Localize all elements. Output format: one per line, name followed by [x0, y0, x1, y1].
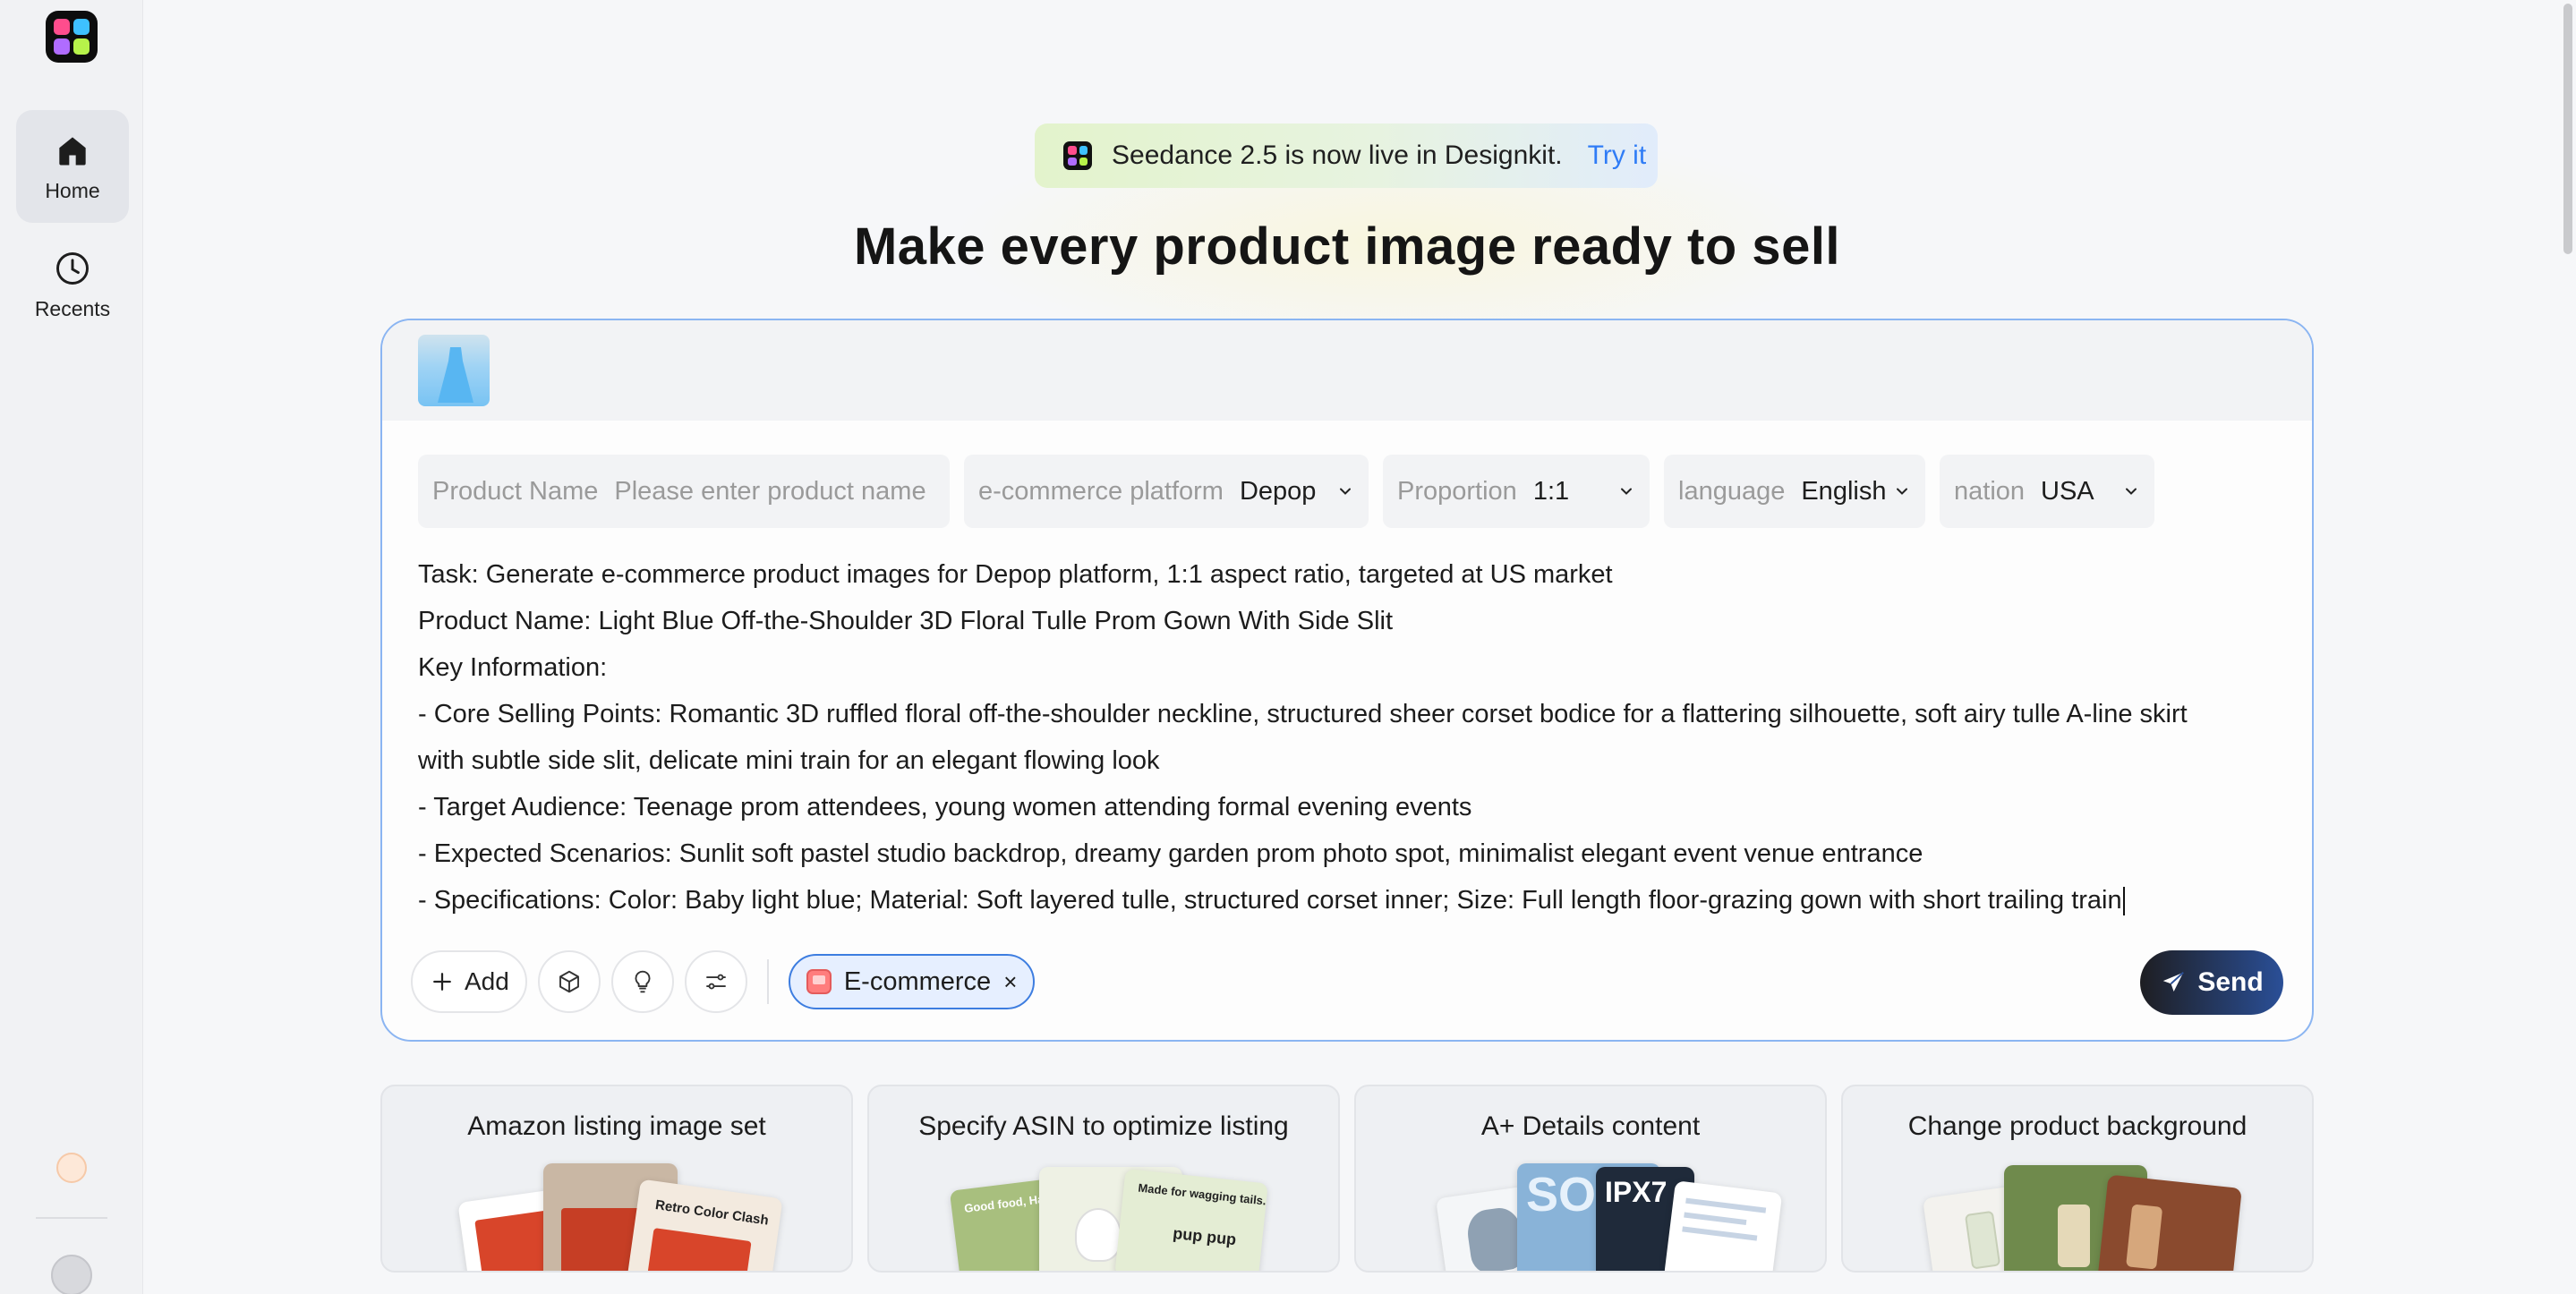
platform-select[interactable]: e-commerce platform Depop: [964, 455, 1369, 528]
app-logo[interactable]: [46, 11, 98, 63]
nation-label: nation: [1954, 476, 2026, 506]
sidebar: Home Recents: [0, 0, 143, 1294]
preview-tile-text: IPX7: [1605, 1176, 1668, 1208]
card-a-plus-content[interactable]: A+ Details content SO IPX7: [1354, 1085, 1827, 1273]
platform-value: Depop: [1239, 476, 1317, 506]
3d-model-button[interactable]: [537, 950, 601, 1013]
language-select[interactable]: language English: [1664, 455, 1925, 528]
main-content: Seedance 2.5 is now live in Designkit. T…: [143, 0, 2560, 1294]
chip-label: E-commerce: [843, 966, 992, 996]
prompt-line: - Expected Scenarios: Sunlit soft pastel…: [418, 839, 1923, 868]
card-change-background[interactable]: Change product background: [1841, 1085, 2314, 1273]
send-button[interactable]: Send: [2140, 950, 2283, 1015]
chevron-down-icon: [1621, 488, 1632, 495]
page-title: Make every product image ready to sell: [853, 217, 1841, 276]
sidebar-item-label: Home: [45, 178, 100, 202]
product-image-thumbnail[interactable]: [418, 335, 490, 406]
card-preview-art: Retro Color Clash: [382, 1163, 851, 1271]
prompt-line: Task: Generate e-commerce product images…: [418, 560, 1613, 589]
cube-icon: [559, 970, 579, 993]
sidebar-item-recents[interactable]: Recents: [16, 228, 129, 341]
lightbulb-icon: [635, 970, 651, 993]
clock-icon: [56, 251, 89, 285]
preview-tile: [1663, 1180, 1783, 1271]
preview-tile-text: pup pup: [1172, 1223, 1238, 1249]
proportion-label: Proportion: [1397, 476, 1517, 506]
card-title: A+ Details content: [1480, 1111, 1701, 1141]
card-preview-art: Good food, Happy pup Made for wagging ta…: [869, 1163, 1338, 1271]
attachment-area: [382, 320, 2312, 421]
proportion-value: 1:1: [1532, 476, 1570, 506]
card-preview-art: [1843, 1163, 2312, 1271]
preview-tile: [2097, 1174, 2242, 1271]
nation-select[interactable]: nation USA: [1940, 455, 2154, 528]
ecommerce-chip[interactable]: E-commerce ×: [788, 954, 1036, 1009]
chevron-down-icon: [2126, 488, 2137, 495]
language-value: English: [1801, 476, 1887, 506]
sidebar-divider: [36, 1217, 107, 1219]
prompt-textarea[interactable]: Task: Generate e-commerce product images…: [418, 551, 2271, 924]
card-title: Change product background: [1907, 1111, 2248, 1141]
composer-toolbar: Add E-commerce ×: [411, 950, 1036, 1013]
platform-label: e-commerce platform: [978, 476, 1224, 506]
add-button[interactable]: Add: [411, 950, 527, 1013]
prompt-line: Key Information:: [418, 653, 608, 682]
prompt-composer: Product Name Please enter product name e…: [380, 319, 2314, 1042]
credits-icon[interactable]: [56, 1153, 87, 1183]
card-title: Amazon listing image set: [467, 1111, 766, 1141]
scrollbar-thumb[interactable]: [2563, 4, 2572, 254]
product-name-field[interactable]: Product Name Please enter product name: [418, 455, 950, 528]
preview-tile: Made for wagging tails. pup pup: [1114, 1168, 1268, 1271]
language-label: language: [1678, 476, 1786, 506]
sidebar-item-home[interactable]: Home: [16, 110, 129, 223]
product-name-input[interactable]: Please enter product name: [614, 477, 925, 507]
prompt-line: - Target Audience: Teenage prom attendee…: [418, 793, 1472, 822]
try-it-link[interactable]: Try it: [1588, 140, 1647, 171]
card-amazon-listing[interactable]: Amazon listing image set Retro Color Cla…: [380, 1085, 853, 1273]
card-preview-art: SO IPX7: [1356, 1163, 1825, 1271]
chevron-down-icon: [1340, 488, 1351, 495]
nation-value: USA: [2041, 476, 2094, 506]
prompt-line: with subtle side slit, delicate mini tra…: [418, 746, 1160, 775]
product-name-label: Product Name: [432, 476, 599, 506]
send-button-label: Send: [2197, 967, 2264, 997]
card-title: Specify ASIN to optimize listing: [918, 1111, 1289, 1141]
feature-cards: Amazon listing image set Retro Color Cla…: [380, 1085, 2314, 1273]
proportion-select[interactable]: Proportion 1:1: [1383, 455, 1650, 528]
option-fields: Product Name Please enter product name e…: [418, 455, 2154, 528]
page-scrollbar[interactable]: [2560, 0, 2576, 1294]
designkit-logo-icon: [1063, 141, 1092, 170]
user-avatar[interactable]: [51, 1255, 92, 1294]
text-caret: [2122, 887, 2125, 916]
prompt-line: - Core Selling Points: Romantic 3D ruffl…: [418, 700, 2188, 728]
sidebar-item-label: Recents: [34, 296, 111, 320]
preview-tile-text: Made for wagging tails.: [1137, 1180, 1267, 1208]
send-icon: [2163, 972, 2185, 992]
settings-button[interactable]: [684, 950, 747, 1013]
toolbar-divider: [766, 959, 769, 1004]
add-button-label: Add: [465, 967, 509, 995]
plus-icon: [433, 973, 451, 991]
preview-tile-text: SO: [1526, 1168, 1597, 1222]
chip-close-icon[interactable]: ×: [1003, 968, 1017, 996]
prompt-line: - Specifications: Color: Baby light blue…: [418, 886, 2122, 915]
prompt-line-last: - Specifications: Color: Baby light blue…: [418, 877, 2271, 924]
inspiration-button[interactable]: [610, 950, 674, 1013]
prompt-line: Product Name: Light Blue Off-the-Shoulde…: [418, 607, 1394, 635]
dress-image: [438, 347, 473, 403]
card-specify-asin[interactable]: Specify ASIN to optimize listing Good fo…: [867, 1085, 1340, 1273]
preview-tile-text: Retro Color Clash: [654, 1197, 770, 1229]
ecommerce-icon: [806, 969, 832, 994]
home-icon: [59, 136, 86, 165]
sliders-icon: [705, 974, 726, 990]
announcement-banner[interactable]: Seedance 2.5 is now live in Designkit. T…: [1035, 123, 1658, 188]
preview-tile: Retro Color Clash: [626, 1179, 783, 1271]
chevron-down-icon: [1897, 488, 1907, 495]
announcement-text: Seedance 2.5 is now live in Designkit.: [1112, 140, 1563, 170]
